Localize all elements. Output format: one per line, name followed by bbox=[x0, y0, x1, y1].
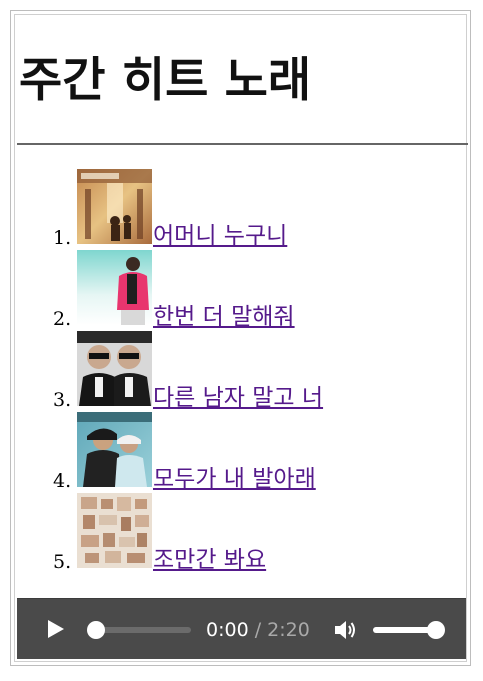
song-link[interactable]: 모두가 내 발아래 bbox=[153, 465, 316, 493]
divider bbox=[17, 143, 468, 145]
total-time: 2:20 bbox=[267, 619, 310, 641]
album-cover-thumbnail bbox=[77, 493, 152, 568]
list-item: 2. 한번 더 말해줘 bbox=[15, 250, 466, 331]
play-icon[interactable] bbox=[43, 617, 67, 641]
audio-player: 0:00 / 2:20 bbox=[17, 598, 466, 659]
song-link[interactable]: 어머니 누구니 bbox=[153, 222, 287, 250]
album-cover-thumbnail bbox=[77, 250, 152, 325]
page-frame: 주간 히트 노래 1. 어머니 누구니 2. 한번 더 말해줘 3. 다른 남자… bbox=[10, 10, 471, 666]
list-item: 3. 다른 남자 말고 너 bbox=[15, 331, 466, 412]
seek-bar[interactable] bbox=[87, 621, 191, 639]
page-title: 주간 히트 노래 bbox=[19, 53, 312, 108]
time-separator: / bbox=[254, 619, 262, 641]
album-cover-thumbnail bbox=[77, 412, 152, 487]
list-item-number: 1. bbox=[53, 227, 72, 249]
seek-handle[interactable] bbox=[87, 621, 105, 639]
album-cover-thumbnail bbox=[77, 331, 152, 406]
song-link[interactable]: 다른 남자 말고 너 bbox=[153, 384, 323, 412]
list-item-number: 4. bbox=[53, 470, 72, 492]
list-item-number: 2. bbox=[53, 308, 72, 330]
volume-handle[interactable] bbox=[426, 621, 445, 639]
song-link[interactable]: 한번 더 말해줘 bbox=[153, 303, 295, 331]
song-list: 1. 어머니 누구니 2. 한번 더 말해줘 3. 다른 남자 말고 너 4. … bbox=[15, 169, 466, 574]
time-display: 0:00 / 2:20 bbox=[206, 618, 310, 642]
volume-slider[interactable] bbox=[373, 621, 445, 639]
page-content: 주간 히트 노래 1. 어머니 누구니 2. 한번 더 말해줘 3. 다른 남자… bbox=[14, 14, 468, 662]
list-item: 5. 조만간 봐요 bbox=[15, 493, 466, 574]
volume-icon[interactable] bbox=[332, 617, 358, 643]
list-item-number: 5. bbox=[53, 551, 72, 573]
list-item: 4. 모두가 내 발아래 bbox=[15, 412, 466, 493]
list-item: 1. 어머니 누구니 bbox=[15, 169, 466, 250]
album-cover-thumbnail bbox=[77, 169, 152, 244]
current-time: 0:00 bbox=[206, 619, 249, 641]
song-link[interactable]: 조만간 봐요 bbox=[153, 546, 266, 574]
list-item-number: 3. bbox=[53, 389, 72, 411]
